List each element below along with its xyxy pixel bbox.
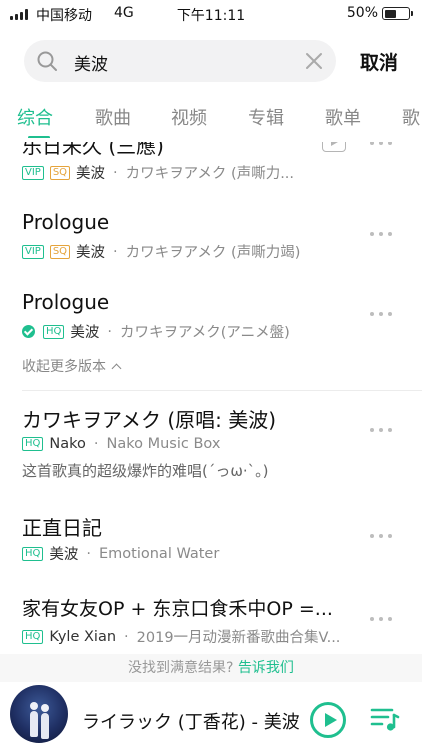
now-playing-title[interactable]: ライラック (丁香花) - 美波 xyxy=(82,708,304,734)
more-icon[interactable] xyxy=(370,534,394,540)
song-artist: 美波 xyxy=(76,245,106,261)
search-field[interactable]: 美波 xyxy=(24,40,336,82)
song-meta: HQ 美波 · Emotional Water xyxy=(22,543,219,564)
song-album: Emotional Water xyxy=(99,545,220,562)
playlist-icon[interactable] xyxy=(370,706,400,732)
album-art-figure xyxy=(30,711,38,737)
vip-badge: VIP xyxy=(22,165,44,180)
tab-lyrics[interactable]: 歌 xyxy=(402,104,420,130)
album-art[interactable] xyxy=(10,685,68,743)
album-art-figure xyxy=(41,704,49,712)
album-art-figure xyxy=(30,702,38,710)
cancel-button[interactable]: 取消 xyxy=(360,48,398,75)
play-button[interactable] xyxy=(310,702,346,738)
tab-overview[interactable]: 综合 xyxy=(17,104,53,130)
result-tabs: 综合 歌曲 视频 专辑 歌单 歌 xyxy=(0,96,422,138)
song-meta: VIP SQ 美波 · カワキヲアメク (声嘶力... xyxy=(22,162,294,183)
song-title: Prologue xyxy=(22,290,110,314)
song-comment: 这首歌真的超级爆炸的难唱(´っω·`。) xyxy=(22,462,269,480)
chevron-up-icon xyxy=(111,363,122,373)
song-meta: HQ Nako · Nako Music Box xyxy=(22,436,220,452)
meta-separator: · xyxy=(124,628,129,645)
song-row[interactable]: 乐日未久 (三應) VIP SQ 美波 · カワキヲアメク (声嘶力... xyxy=(0,142,422,192)
song-album: Nako Music Box xyxy=(106,436,221,452)
search-results-list[interactable]: 乐日未久 (三應) VIP SQ 美波 · カワキヲアメク (声嘶力... Pr… xyxy=(0,142,422,654)
vip-badge: VIP xyxy=(22,244,44,259)
battery-icon xyxy=(382,7,413,20)
song-title: 乐日未久 (三應) xyxy=(22,142,164,158)
active-tab-indicator xyxy=(28,136,50,138)
more-icon[interactable] xyxy=(370,617,394,623)
song-meta: VIP SQ 美波 · カワキヲアメク (声嘶力竭) xyxy=(22,241,300,262)
status-bar: 中国移动 4G 下午11:11 50% xyxy=(0,0,422,28)
play-video-icon[interactable] xyxy=(322,142,346,152)
more-icon[interactable] xyxy=(370,428,394,434)
song-artist: 美波 xyxy=(76,166,106,182)
song-album: 2019一月动漫新番歌曲合集V... xyxy=(136,630,341,646)
search-icon xyxy=(37,51,57,71)
collapse-versions-label: 收起更多版本 xyxy=(22,359,106,375)
sq-badge: SQ xyxy=(49,244,71,259)
mini-player[interactable]: ライラック (丁香花) - 美波 xyxy=(0,682,422,750)
song-album: カワキヲアメク(アニメ盤) xyxy=(120,325,290,341)
hq-badge: HQ xyxy=(43,324,65,339)
song-title: 正直日記 xyxy=(22,516,102,540)
song-title: 家有女友OP + 东京口食禾中OP =... xyxy=(22,598,333,620)
song-artist: 美波 xyxy=(49,547,79,563)
clear-icon[interactable] xyxy=(304,51,324,71)
collapse-versions-link[interactable]: 收起更多版本 xyxy=(22,356,122,376)
meta-separator: · xyxy=(93,436,99,452)
hq-badge: HQ xyxy=(22,629,44,644)
tab-songs[interactable]: 歌曲 xyxy=(95,104,131,130)
more-icon[interactable] xyxy=(370,142,394,147)
battery-percent: 50% xyxy=(346,5,378,21)
tab-videos[interactable]: 视频 xyxy=(171,104,207,130)
meta-separator: · xyxy=(113,164,118,181)
song-title: Prologue xyxy=(22,210,110,234)
song-artist: Kyle Xian xyxy=(49,628,117,645)
meta-separator: · xyxy=(107,323,112,340)
feedback-link[interactable]: 告诉我们 xyxy=(238,660,294,676)
feedback-prompt: 没找到满意结果? xyxy=(128,660,234,676)
song-row[interactable]: カワキヲアメク (原唱: 美波) HQ Nako · Nako Music Bo… xyxy=(0,402,422,502)
album-art-figure xyxy=(41,713,49,739)
song-album: カワキヲアメク (声嘶力... xyxy=(125,166,295,182)
hq-badge: HQ xyxy=(22,437,44,451)
search-input[interactable]: 美波 xyxy=(74,50,108,75)
feedback-bar: 没找到满意结果? 告诉我们 xyxy=(0,654,422,682)
tab-playlists[interactable]: 歌单 xyxy=(325,104,361,130)
song-meta: HQ 美波 · カワキヲアメク(アニメ盤) xyxy=(22,321,290,342)
tab-albums[interactable]: 专辑 xyxy=(248,104,284,130)
meta-separator: · xyxy=(86,545,91,562)
song-row[interactable]: 家有女友OP + 东京口食禾中OP =... HQ Kyle Xian · 20… xyxy=(0,590,422,654)
song-album: カワキヲアメク (声嘶力竭) xyxy=(125,245,301,261)
more-icon[interactable] xyxy=(370,312,394,318)
song-artist: 美波 xyxy=(70,325,100,341)
meta-separator: · xyxy=(113,243,118,260)
song-title: カワキヲアメク (原唱: 美波) xyxy=(22,408,277,432)
divider xyxy=(22,390,422,391)
sq-badge: SQ xyxy=(49,165,71,180)
song-meta: HQ Kyle Xian · 2019一月动漫新番歌曲合集V... xyxy=(22,626,340,647)
song-artist: Nako xyxy=(49,436,86,452)
hq-badge: HQ xyxy=(22,546,44,561)
song-row[interactable]: 正直日記 HQ 美波 · Emotional Water xyxy=(0,510,422,582)
song-row[interactable]: Prologue VIP SQ 美波 · カワキヲアメク (声嘶力竭) xyxy=(0,208,422,280)
downloaded-check-icon xyxy=(22,325,35,338)
more-icon[interactable] xyxy=(370,232,394,238)
